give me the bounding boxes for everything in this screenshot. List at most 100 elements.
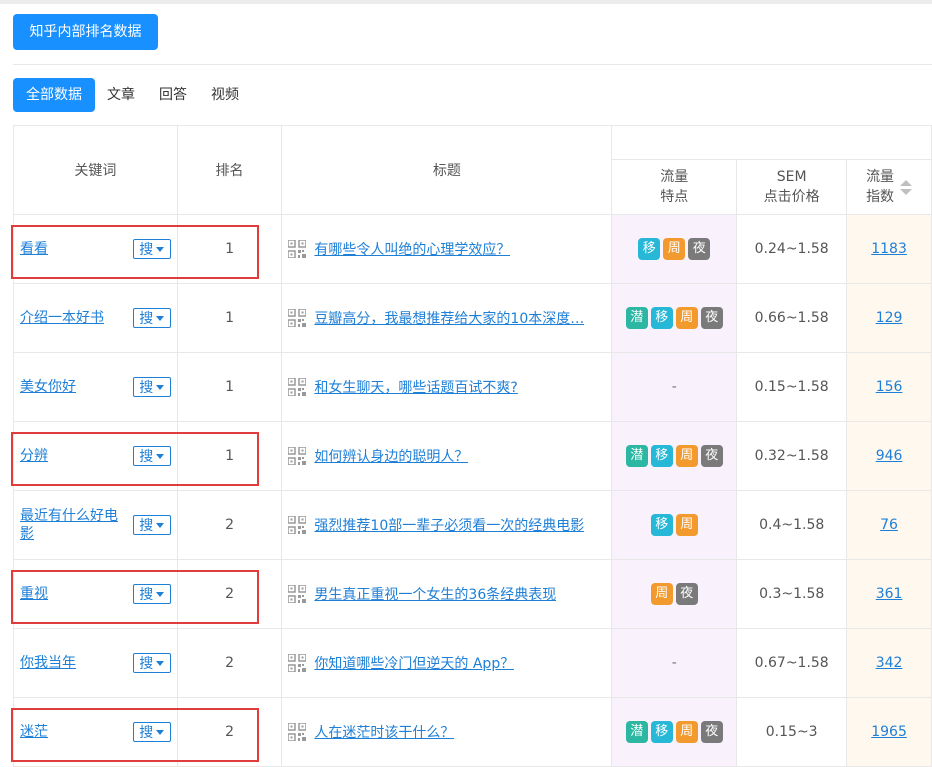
sem-price-cell: 0.4~1.58 (736, 490, 848, 560)
search-dropdown-button[interactable]: 搜 (132, 653, 171, 673)
badge-yi: 移 (650, 514, 673, 536)
badge-ye: 夜 (700, 445, 723, 467)
badge-zhou: 周 (675, 307, 698, 329)
keyword-link[interactable]: 迷茫 (20, 723, 48, 741)
search-label: 搜 (139, 725, 154, 741)
header-title: 标题 (281, 125, 613, 215)
title-link[interactable]: 如何辨认身边的聪明人？ (314, 446, 468, 466)
traffic-features-cell: 潜移周夜 (611, 697, 738, 767)
search-dropdown-button[interactable]: 搜 (132, 308, 171, 328)
search-dropdown-button[interactable]: 搜 (132, 515, 171, 535)
traffic-index-cell: 76 (846, 490, 932, 560)
divider (13, 64, 932, 65)
tab-videos[interactable]: 视频 (199, 78, 251, 112)
traffic-index-link[interactable]: 946 (876, 448, 903, 464)
traffic-index-link[interactable]: 361 (876, 586, 903, 602)
traffic-index-cell: 361 (846, 559, 932, 629)
title-cell: 人在迷茫时该干什么？ (281, 697, 613, 767)
sort-icon[interactable] (900, 179, 913, 195)
table-row: 最近有什么好电影 搜 2 强烈推荐10部一辈子必须看一次的经典电影 移周 0.4… (13, 490, 932, 560)
search-dropdown-button[interactable]: 搜 (132, 377, 171, 397)
header-sem: SEM 点击价格 (736, 159, 848, 215)
keyword-cell: 介绍一本好书 搜 (13, 283, 178, 353)
header-sem-line2: 点击价格 (763, 189, 820, 205)
keyword-link[interactable]: 看看 (20, 240, 48, 258)
badge-yi: 移 (638, 238, 661, 260)
title-link[interactable]: 男生真正重视一个女生的36条经典表现 (314, 584, 556, 604)
badge-ye: 夜 (688, 238, 711, 260)
table-row: 介绍一本好书 搜 1 豆瓣高分，我最想推荐给大家的10本深度… 潜移周夜 0.6… (13, 283, 932, 353)
header-rank: 排名 (176, 125, 283, 215)
qrcode-icon[interactable] (287, 515, 308, 535)
traffic-index-link[interactable]: 156 (876, 379, 903, 395)
chevron-down-icon (156, 384, 165, 390)
table-row: 看看 搜 1 有哪些令人叫绝的心理学效应？ 移周夜 0.24~1.58 1183 (13, 214, 932, 284)
traffic-index-link[interactable]: 342 (876, 655, 903, 671)
page-title-button[interactable]: 知乎内部排名数据 (13, 14, 158, 50)
title-link[interactable]: 豆瓣高分，我最想推荐给大家的10本深度… (314, 308, 584, 328)
title-link[interactable]: 和女生聊天，哪些话题百试不爽? (314, 377, 517, 397)
search-label: 搜 (139, 380, 154, 396)
traffic-index-link[interactable]: 1183 (871, 241, 907, 257)
header-index-line2: 指数 (866, 189, 895, 205)
keyword-cell: 看看 搜 (13, 214, 178, 284)
title-cell: 你知道哪些冷门但逆天的 App？ (281, 628, 613, 698)
search-dropdown-button[interactable]: 搜 (132, 722, 171, 742)
top-strip (0, 0, 932, 4)
chevron-down-icon (156, 660, 165, 666)
traffic-index-cell: 1183 (846, 214, 932, 284)
keyword-cell: 你我当年 搜 (13, 628, 178, 698)
tab-bar: 全部数据 文章 回答 视频 (13, 78, 251, 112)
tab-all-data[interactable]: 全部数据 (13, 78, 95, 112)
title-link[interactable]: 有哪些令人叫绝的心理学效应？ (314, 239, 510, 259)
traffic-index-cell: 946 (846, 421, 932, 491)
qrcode-icon[interactable] (287, 446, 308, 466)
keyword-link[interactable]: 重视 (20, 585, 48, 603)
title-cell: 和女生聊天，哪些话题百试不爽? (281, 352, 613, 422)
title-link[interactable]: 强烈推荐10部一辈子必须看一次的经典电影 (314, 515, 584, 535)
qrcode-icon[interactable] (287, 377, 308, 397)
qrcode-icon[interactable] (287, 308, 308, 328)
sem-price-cell: 0.32~1.58 (736, 421, 848, 491)
rank-cell: 1 (176, 421, 283, 491)
keyword-link[interactable]: 最近有什么好电影 (20, 507, 128, 543)
table-row: 迷茫 搜 2 人在迷茫时该干什么？ 潜移周夜 0.15~3 1965 (13, 697, 932, 767)
traffic-index-link[interactable]: 129 (876, 310, 903, 326)
rank-cell: 1 (176, 352, 283, 422)
qrcode-icon[interactable] (287, 239, 308, 259)
title-link[interactable]: 你知道哪些冷门但逆天的 App？ (314, 653, 514, 673)
search-dropdown-button[interactable]: 搜 (132, 584, 171, 604)
rank-cell: 2 (176, 697, 283, 767)
qrcode-icon[interactable] (287, 584, 308, 604)
keyword-link[interactable]: 介绍一本好书 (20, 309, 104, 327)
chevron-down-icon (156, 453, 165, 459)
header-traffic-line2: 特点 (660, 189, 689, 205)
tab-answers[interactable]: 回答 (147, 78, 199, 112)
keyword-cell: 迷茫 搜 (13, 697, 178, 767)
search-label: 搜 (139, 656, 154, 672)
keyword-link[interactable]: 美女你好 (20, 378, 76, 396)
traffic-index-link[interactable]: 1965 (871, 724, 907, 740)
empty-traffic: - (671, 379, 677, 395)
badge-zhou: 周 (675, 445, 698, 467)
traffic-index-link[interactable]: 76 (880, 517, 898, 533)
header-traffic-index[interactable]: 流量 指数 (846, 159, 932, 215)
search-dropdown-button[interactable]: 搜 (132, 239, 171, 259)
header-traffic-features: 流量 特点 (611, 159, 738, 215)
table-row: 分辨 搜 1 如何辨认身边的聪明人？ 潜移周夜 0.32~1.58 946 (13, 421, 932, 491)
badge-zhou: 周 (663, 238, 686, 260)
qrcode-icon[interactable] (287, 722, 308, 742)
badge-zhou: 周 (675, 514, 698, 536)
table-row: 你我当年 搜 2 你知道哪些冷门但逆天的 App？ - 0.67~1.58 34… (13, 628, 932, 698)
sem-price-cell: 0.66~1.58 (736, 283, 848, 353)
keyword-link[interactable]: 你我当年 (20, 654, 76, 672)
table-row: 美女你好 搜 1 和女生聊天，哪些话题百试不爽? - 0.15~1.58 156 (13, 352, 932, 422)
title-link[interactable]: 人在迷茫时该干什么？ (314, 722, 454, 742)
rank-cell: 2 (176, 559, 283, 629)
chevron-down-icon (156, 315, 165, 321)
search-dropdown-button[interactable]: 搜 (132, 446, 171, 466)
qrcode-icon[interactable] (287, 653, 308, 673)
tab-articles[interactable]: 文章 (95, 78, 147, 112)
keyword-link[interactable]: 分辨 (20, 447, 48, 465)
title-cell: 有哪些令人叫绝的心理学效应？ (281, 214, 613, 284)
